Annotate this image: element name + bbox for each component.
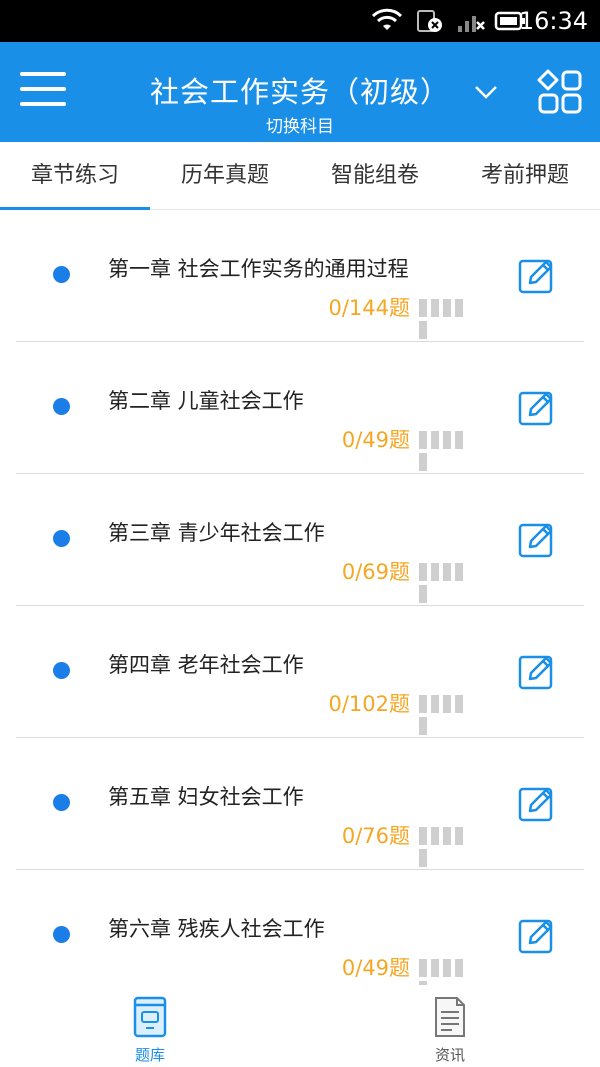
list-item[interactable]: 第四章 老年社会工作 0/102题 <box>0 606 600 738</box>
chapter-progress: 0/49题 <box>341 956 410 980</box>
list-item[interactable]: 第六章 残疾人社会工作 0/49题 <box>0 870 600 1002</box>
list-item[interactable]: 第五章 妇女社会工作 0/76题 <box>0 738 600 870</box>
chapter-title: 第五章 妇女社会工作 <box>108 785 304 809</box>
chapter-progress: 0/102题 <box>328 692 410 716</box>
edit-icon[interactable] <box>518 520 556 558</box>
bullet-dot <box>53 398 70 415</box>
nav-news[interactable]: 资讯 <box>390 995 510 1065</box>
nav-question-bank[interactable]: 题库 <box>90 995 210 1065</box>
app-header: 社会工作实务（初级） 切换科目 <box>0 42 600 142</box>
subject-title[interactable]: 社会工作实务（初级） <box>0 72 600 112</box>
tab-smart-paper[interactable]: 智能组卷 <box>300 142 450 210</box>
nav-label: 资讯 <box>434 1046 465 1064</box>
chapter-progress: 0/49题 <box>341 428 410 452</box>
chapter-title: 第二章 儿童社会工作 <box>108 389 304 413</box>
chapter-progress: 0/76题 <box>341 824 410 848</box>
status-bar: 16:34 <box>0 0 600 42</box>
edit-icon[interactable] <box>518 388 556 426</box>
tab-bar: 章节练习 历年真题 智能组卷 考前押题 <box>0 142 600 210</box>
grid-apps-icon[interactable] <box>536 68 584 116</box>
question-bank-icon <box>133 996 167 1038</box>
switch-subject-label[interactable]: 切换科目 <box>0 116 600 138</box>
bullet-dot <box>53 794 70 811</box>
signal-icon <box>458 16 485 32</box>
chapter-progress: 0/144题 <box>328 296 410 320</box>
progress-bars <box>419 299 477 339</box>
nav-label: 题库 <box>134 1046 165 1064</box>
wifi-icon <box>372 8 402 30</box>
bottom-nav: 题库 资讯 <box>0 985 600 1067</box>
sim-blocked-icon <box>417 10 442 32</box>
tab-chapter-practice[interactable]: 章节练习 <box>0 142 150 210</box>
chapter-title: 第四章 老年社会工作 <box>108 653 304 677</box>
bullet-dot <box>53 926 70 943</box>
progress-bars <box>419 827 477 867</box>
list-item[interactable]: 第一章 社会工作实务的通用过程 0/144题 <box>0 210 600 342</box>
edit-icon[interactable] <box>518 256 556 294</box>
list-item[interactable]: 第三章 青少年社会工作 0/69题 <box>0 474 600 606</box>
tab-pre-exam-predictions[interactable]: 考前押题 <box>450 142 600 210</box>
progress-bars <box>419 959 477 999</box>
clock: 16:34 <box>518 7 588 35</box>
chevron-down-icon[interactable] <box>472 78 500 106</box>
progress-bars <box>419 431 477 471</box>
chapter-title: 第三章 青少年社会工作 <box>108 521 325 545</box>
chapter-title: 第一章 社会工作实务的通用过程 <box>108 257 409 281</box>
list-item[interactable]: 第二章 儿童社会工作 0/49题 <box>0 342 600 474</box>
bullet-dot <box>53 530 70 547</box>
edit-icon[interactable] <box>518 784 556 822</box>
chapter-progress: 0/69题 <box>341 560 410 584</box>
bullet-dot <box>53 266 70 283</box>
progress-bars <box>419 695 477 735</box>
bullet-dot <box>53 662 70 679</box>
progress-bars <box>419 563 477 603</box>
edit-icon[interactable] <box>518 916 556 954</box>
tab-past-exams[interactable]: 历年真题 <box>150 142 300 210</box>
chapter-title: 第六章 残疾人社会工作 <box>108 917 325 941</box>
news-document-icon <box>435 997 465 1037</box>
edit-icon[interactable] <box>518 652 556 690</box>
